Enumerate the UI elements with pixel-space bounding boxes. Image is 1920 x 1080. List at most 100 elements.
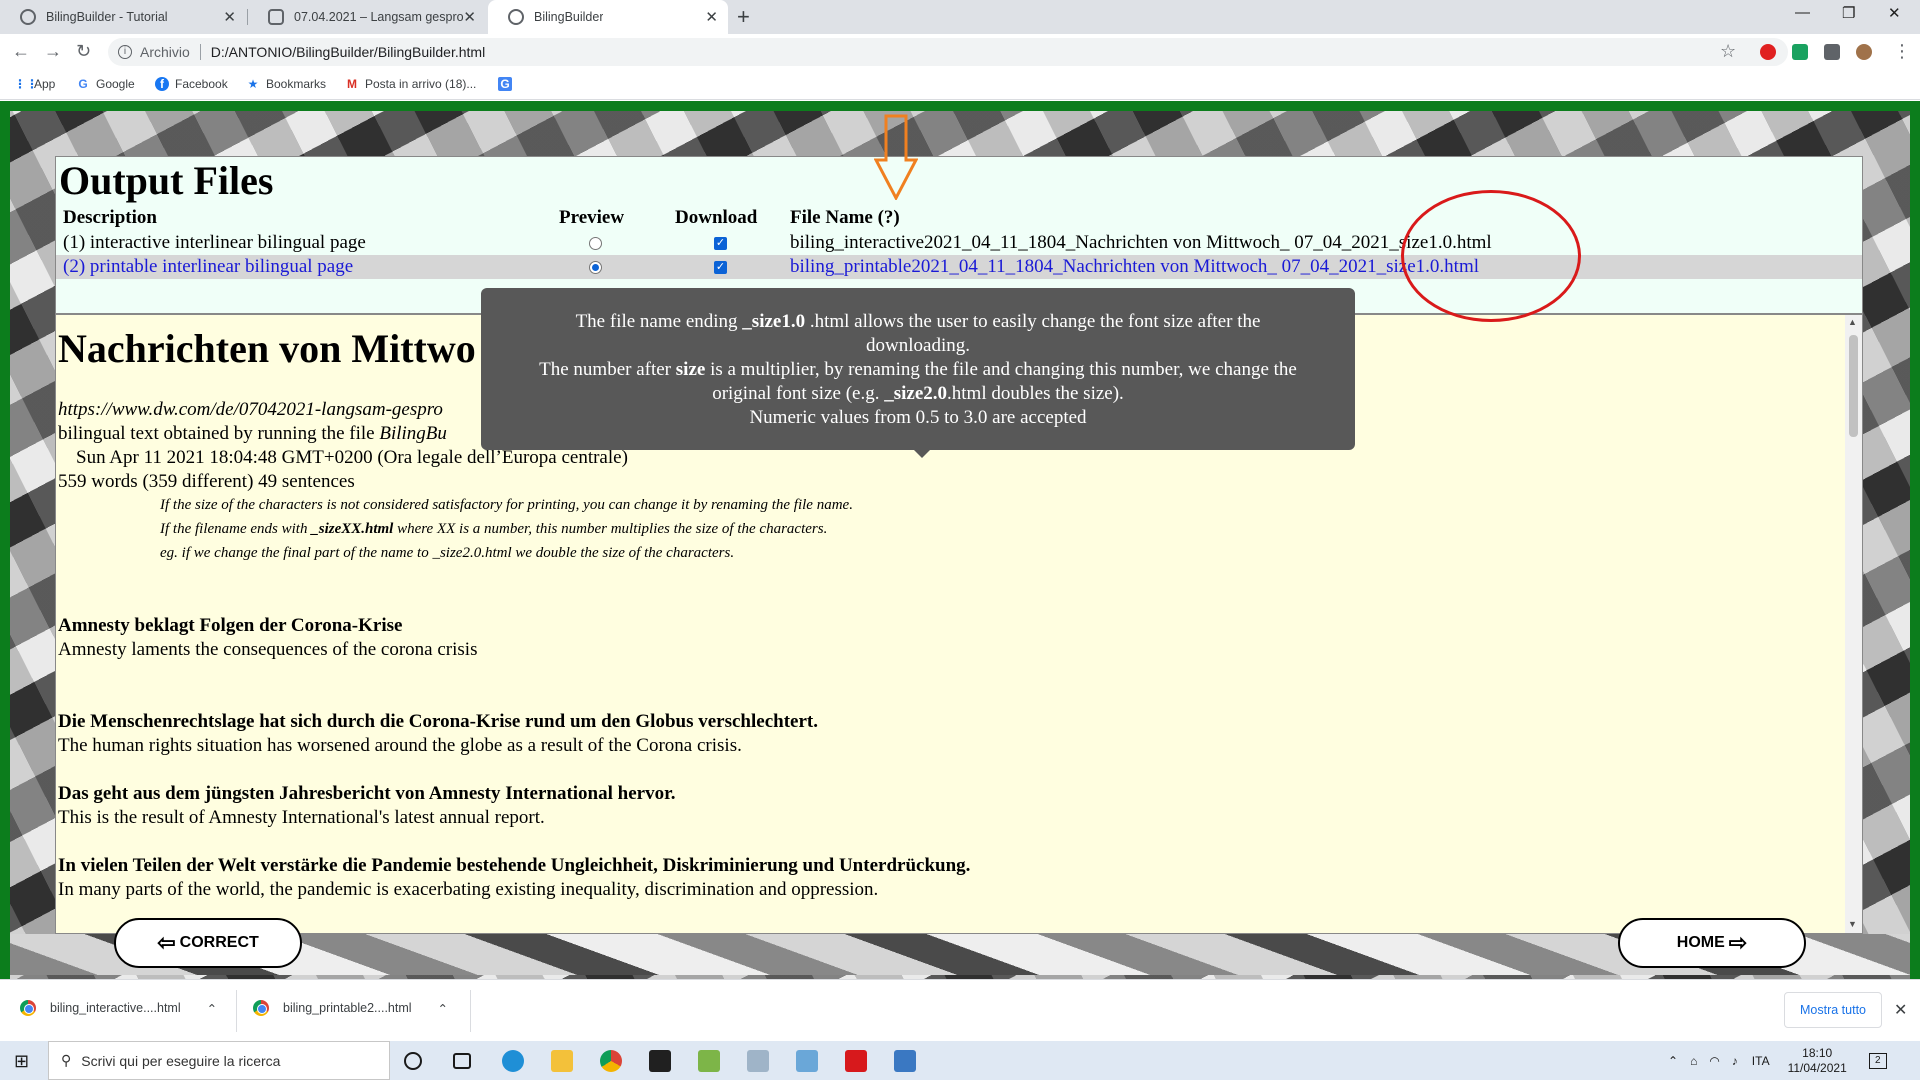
tab-news[interactable]: 07.04.2021 – Langsam gesproche ✕: [248, 0, 486, 34]
cortana-icon[interactable]: [404, 1052, 422, 1070]
preview-radio[interactable]: [589, 261, 602, 274]
bookmark-star-icon[interactable]: ☆: [1720, 41, 1736, 62]
notepad-icon[interactable]: [698, 1050, 720, 1072]
volume-icon[interactable]: ♪: [1732, 1054, 1738, 1068]
row-filename: biling_interactive2021_04_11_1804_Nachri…: [790, 232, 1492, 253]
highlight-circle-annotation: [1401, 190, 1581, 322]
source-url: https://www.dw.com/de/07042021-langsam-g…: [58, 399, 443, 420]
document-title: Nachrichten von Mittwo: [58, 326, 476, 371]
tooltip-text: .html allows the user to easily change t…: [805, 311, 1261, 332]
bookmark-label: Facebook: [175, 77, 228, 91]
back-icon[interactable]: ←: [12, 41, 30, 62]
tooltip-line: Numeric values from 0.5 to 3.0 are accep…: [749, 407, 1087, 428]
minimize-icon[interactable]: —: [1795, 4, 1810, 21]
language-indicator[interactable]: ITA: [1752, 1054, 1770, 1068]
preview-radio[interactable]: [589, 237, 602, 250]
wifi-icon[interactable]: ◠: [1709, 1054, 1719, 1068]
address-scheme: Archivio: [140, 44, 190, 60]
chrome-file-icon: [253, 1000, 269, 1016]
scroll-up-icon[interactable]: ▲: [1848, 317, 1857, 327]
shield-extension-icon[interactable]: [1792, 44, 1808, 60]
task-view-icon[interactable]: [453, 1053, 471, 1069]
scroll-down-icon[interactable]: ▼: [1848, 919, 1857, 929]
search-icon: ⚲: [61, 1052, 72, 1068]
clock-time: 18:10: [1802, 1045, 1833, 1060]
tooltip-bold: size: [675, 359, 706, 380]
restore-icon[interactable]: ❐: [1842, 4, 1855, 22]
bookmark-app[interactable]: ⋮⋮ App: [14, 77, 55, 91]
bookmark-gmail[interactable]: M Posta in arrivo (18)...: [345, 77, 476, 91]
sentence-english: The human rights situation has worsened …: [58, 735, 742, 756]
avatar[interactable]: [1856, 44, 1872, 60]
app-icon[interactable]: [747, 1050, 769, 1072]
download-checkbox[interactable]: ✓: [714, 261, 727, 274]
bookmark-translate[interactable]: G: [498, 77, 518, 91]
puzzle-extensions-icon[interactable]: [1824, 44, 1840, 60]
vertical-scrollbar[interactable]: ▲ ▼: [1845, 315, 1862, 933]
terminal-icon[interactable]: [649, 1050, 671, 1072]
generation-date: Sun Apr 11 2021 18:04:48 GMT+0200 (Ora l…: [76, 447, 628, 468]
back-arrow-icon: ⇦: [157, 930, 176, 955]
tooltip-text: The file name ending: [575, 311, 743, 332]
app-icon[interactable]: [796, 1050, 818, 1072]
windows-start-icon[interactable]: ⊞: [14, 1051, 29, 1072]
row-description: (1) interactive interlinear bilingual pa…: [63, 232, 366, 253]
edge-icon[interactable]: [502, 1050, 524, 1072]
gmail-icon: M: [347, 77, 357, 91]
note-text: where XX is a number, this number multip…: [393, 521, 828, 537]
tooltip-line: The file name ending _size1.0 .html allo…: [481, 310, 1355, 334]
search-placeholder: Scrivi qui per eseguire la ricerca: [81, 1052, 281, 1069]
bookmark-facebook[interactable]: f Facebook: [155, 77, 228, 91]
tab-bilingbuilder[interactable]: BilingBuilder ✕: [488, 0, 728, 34]
address-divider: [199, 44, 201, 60]
close-icon[interactable]: ✕: [705, 8, 718, 26]
tab-tutorial[interactable]: BilingBuilder - Tutorial ✕: [0, 0, 246, 34]
photos-icon[interactable]: [894, 1050, 916, 1072]
download-item[interactable]: biling_interactive....html ⌃: [20, 1000, 217, 1016]
taskbar-search[interactable]: ⚲ Scrivi qui per eseguire la ricerca: [48, 1041, 390, 1080]
close-icon[interactable]: ✕: [463, 8, 476, 26]
file-explorer-icon[interactable]: [551, 1050, 573, 1072]
row-filename[interactable]: biling_printable2021_04_11_1804_Nachrich…: [790, 256, 1479, 278]
network-icon[interactable]: ⌂: [1690, 1054, 1697, 1068]
home-button[interactable]: HOME ⇨: [1618, 918, 1806, 968]
menu-kebab-icon[interactable]: ⋮: [1893, 41, 1911, 62]
scroll-thumb[interactable]: [1849, 335, 1858, 437]
clock[interactable]: 18:10 11/04/2021: [1788, 1046, 1847, 1076]
show-all-button[interactable]: Mostra tutto: [1784, 992, 1882, 1028]
bookmark-google[interactable]: G Google: [76, 77, 134, 91]
output-title: Output Files: [59, 158, 274, 203]
download-item[interactable]: biling_printable2....html ⌃: [253, 1000, 448, 1016]
close-window-icon[interactable]: ✕: [1888, 4, 1901, 22]
notifications-icon[interactable]: 2: [1868, 1052, 1887, 1069]
info-icon[interactable]: i: [118, 45, 132, 59]
col-preview: Preview: [559, 207, 625, 228]
chevron-up-icon[interactable]: ⌃: [1668, 1054, 1678, 1068]
address-bar[interactable]: i Archivio D:/ANTONIO/BilingBuilder/Bili…: [108, 38, 1788, 66]
tab-title: BilingBuilder - Tutorial: [46, 10, 168, 24]
close-icon[interactable]: ✕: [223, 8, 236, 26]
correct-label: CORRECT: [179, 934, 259, 951]
acrobat-icon[interactable]: [845, 1050, 867, 1072]
reload-icon[interactable]: ↻: [76, 41, 91, 62]
bookmark-bookmarks[interactable]: ★ Bookmarks: [246, 77, 326, 91]
close-downloads-icon[interactable]: ✕: [1894, 1000, 1907, 1020]
tooltip-bold: _size1.0: [742, 311, 806, 332]
word-stats: 559 words (359 different) 49 sentences: [58, 471, 355, 492]
new-tab-icon[interactable]: +: [737, 4, 750, 30]
sentence-german: In vielen Teilen der Welt verstärke die …: [58, 855, 971, 876]
downloads-bar: biling_interactive....html ⌃ biling_prin…: [0, 979, 1920, 1041]
col-filename[interactable]: File Name (?): [790, 207, 900, 229]
table-row: (1) interactive interlinear bilingual pa…: [56, 231, 1862, 255]
opera-extension-icon[interactable]: [1760, 44, 1776, 60]
chevron-up-icon[interactable]: ⌃: [438, 1001, 448, 1016]
down-arrow-annotation: [874, 114, 918, 200]
chrome-icon[interactable]: [600, 1050, 622, 1072]
size-note-1: If the size of the characters is not con…: [160, 497, 853, 513]
forward-icon[interactable]: →: [44, 41, 62, 62]
star-icon: ★: [247, 77, 259, 91]
correct-button[interactable]: ⇦ CORRECT: [114, 918, 302, 968]
chevron-up-icon[interactable]: ⌃: [207, 1001, 217, 1016]
row-description: (2) printable interlinear bilingual page: [63, 256, 354, 277]
download-checkbox[interactable]: ✓: [714, 237, 727, 250]
